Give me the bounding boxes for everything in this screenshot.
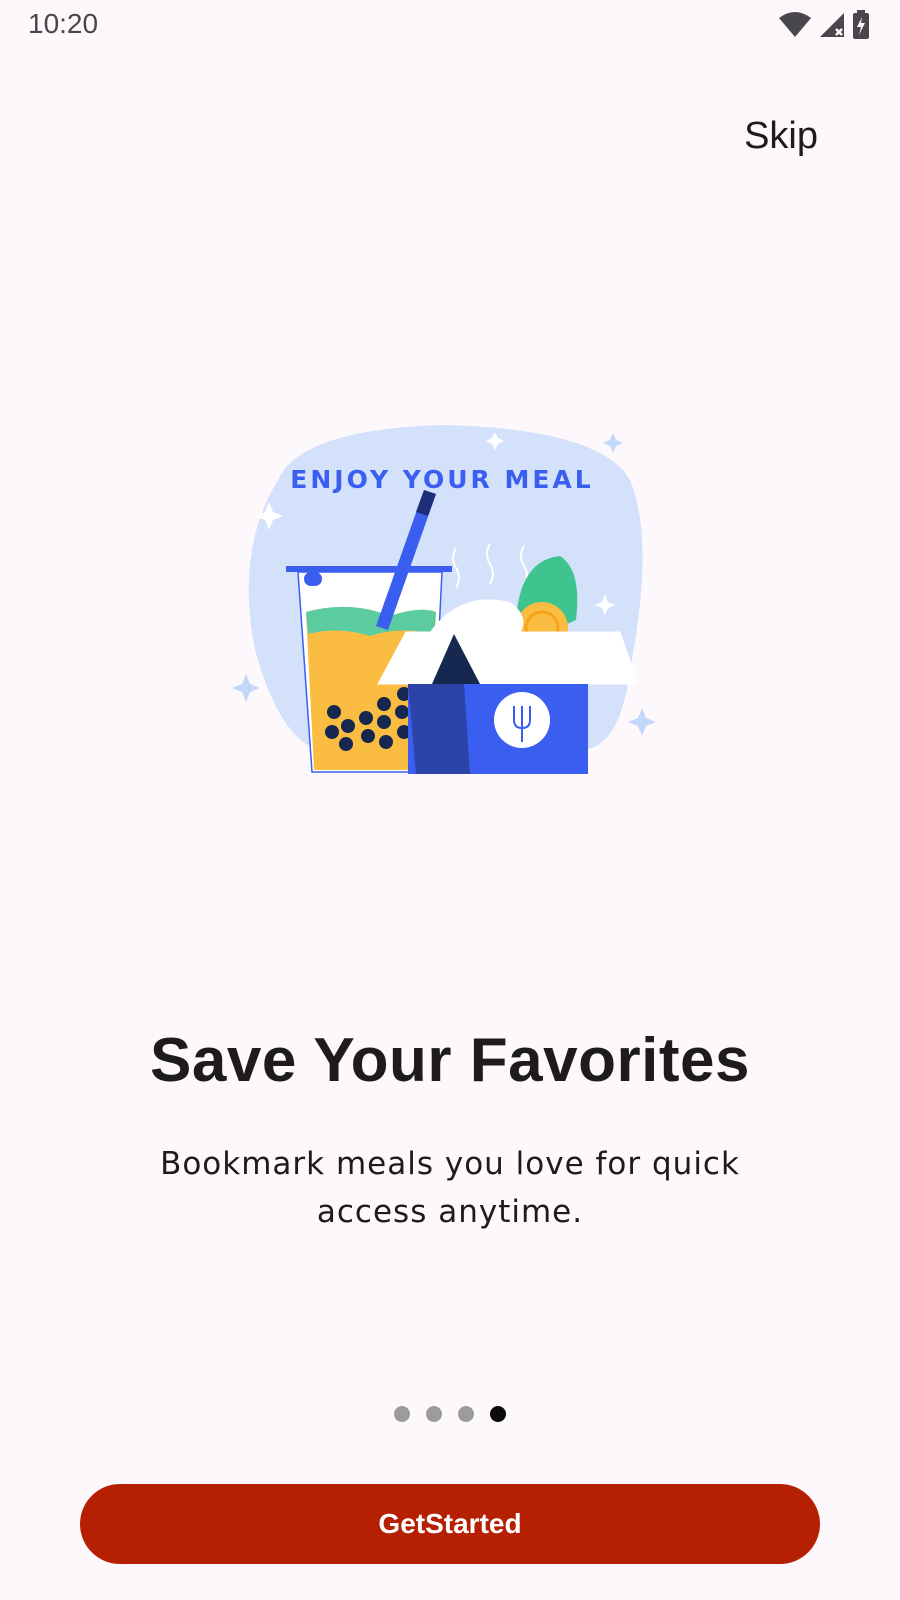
pager-dot[interactable] [458,1406,474,1422]
pager-indicator [0,1406,900,1422]
status-time: 10:20 [28,8,99,39]
pager-dot-active[interactable] [490,1406,506,1422]
illustration-banner-text: ENJOY YOUR MEAL [290,465,593,494]
wifi-icon [778,11,812,44]
pager-dot[interactable] [426,1406,442,1422]
battery-icon [852,10,870,45]
status-icons [778,10,870,45]
page-description: Bookmark meals you love for quick access… [160,1146,740,1230]
signal-icon [818,11,846,44]
page-title: Save Your Favorites [150,1026,750,1095]
skip-button[interactable]: Skip [744,115,818,158]
get-started-button[interactable]: GetStarted [80,1484,820,1564]
meal-illustration: ENJOY YOUR MEAL [220,420,680,800]
pager-dot[interactable] [394,1406,410,1422]
status-bar: 10:20 [0,0,900,50]
